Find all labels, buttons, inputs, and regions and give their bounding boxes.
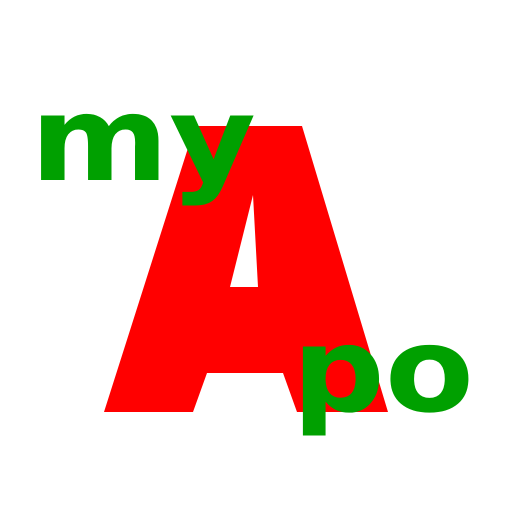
logo-graphic: my po — [30, 70, 474, 439]
logo-text-po: po — [292, 301, 474, 439]
app-logo: my po — [0, 0, 512, 512]
logo-text-my: my — [30, 70, 256, 208]
